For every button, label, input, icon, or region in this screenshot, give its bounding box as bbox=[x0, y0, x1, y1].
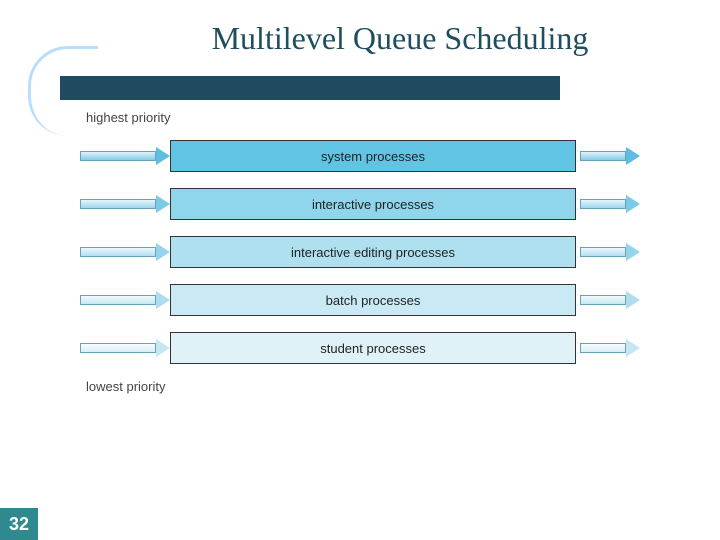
page-number: 32 bbox=[0, 508, 38, 540]
arrow-out-icon bbox=[580, 292, 640, 308]
arrow-in-icon bbox=[80, 196, 170, 212]
queue-box: student processes bbox=[170, 332, 576, 364]
queue-row: student processes bbox=[80, 331, 640, 365]
queue-box: system processes bbox=[170, 140, 576, 172]
title-underline-bar bbox=[60, 76, 560, 100]
arrow-out-icon bbox=[580, 148, 640, 164]
lowest-priority-label: lowest priority bbox=[86, 379, 640, 394]
queue-box: interactive editing processes bbox=[170, 236, 576, 268]
queue-row: batch processes bbox=[80, 283, 640, 317]
queue-box: batch processes bbox=[170, 284, 576, 316]
slide-title: Multilevel Queue Scheduling bbox=[0, 0, 720, 57]
queue-row: interactive editing processes bbox=[80, 235, 640, 269]
arrow-in-icon bbox=[80, 292, 170, 308]
queue-box: interactive processes bbox=[170, 188, 576, 220]
arrow-in-icon bbox=[80, 244, 170, 260]
arrow-out-icon bbox=[580, 196, 640, 212]
queue-row: interactive processes bbox=[80, 187, 640, 221]
highest-priority-label: highest priority bbox=[86, 110, 640, 125]
arrow-out-icon bbox=[580, 244, 640, 260]
queue-diagram: highest priority system processes intera… bbox=[80, 110, 640, 394]
arrow-out-icon bbox=[580, 340, 640, 356]
arrow-in-icon bbox=[80, 148, 170, 164]
queue-row: system processes bbox=[80, 139, 640, 173]
arrow-in-icon bbox=[80, 340, 170, 356]
